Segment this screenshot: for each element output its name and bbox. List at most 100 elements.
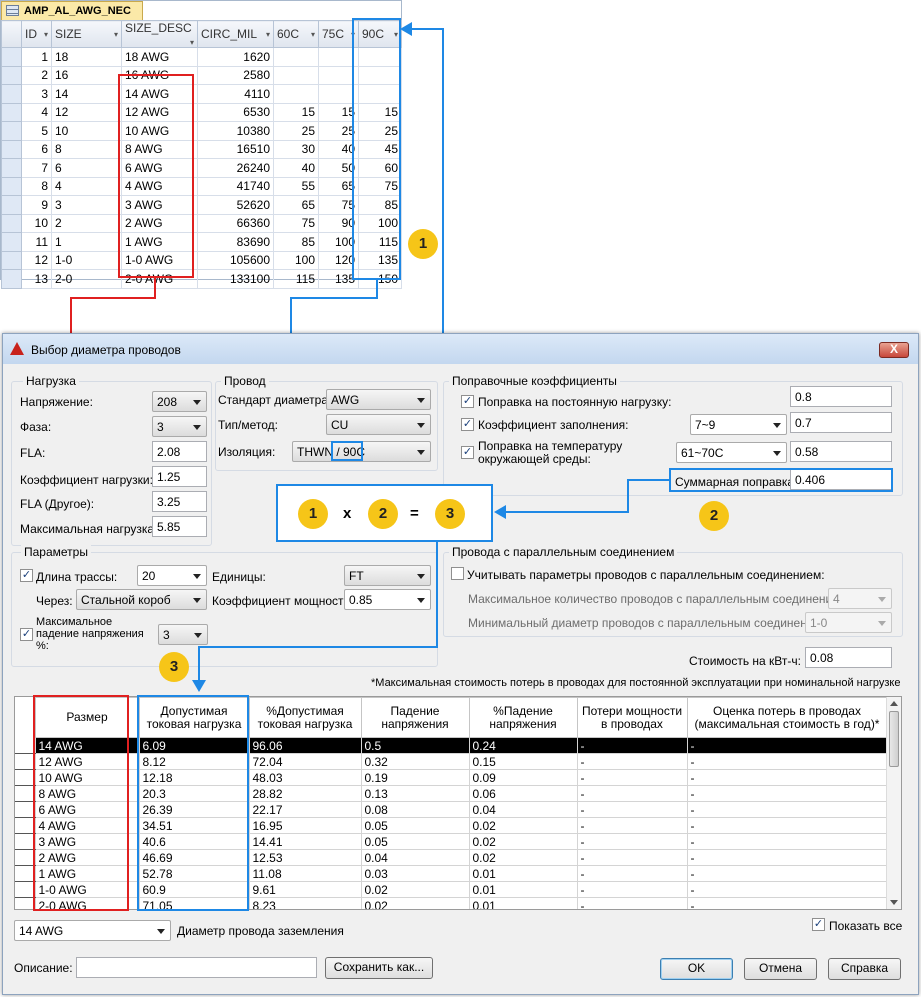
via-select[interactable]: Стальной короб <box>76 589 207 610</box>
voltage-drop-checkbox[interactable]: ✓ <box>20 628 33 641</box>
results-cell[interactable]: 96.06 <box>248 737 362 754</box>
results-cell[interactable]: - <box>686 865 888 882</box>
results-cell[interactable]: - <box>686 785 888 802</box>
results-cell[interactable]: 0.04 <box>360 849 470 866</box>
row-selector[interactable] <box>15 753 35 770</box>
row-selector[interactable] <box>1 84 22 104</box>
results-cell[interactable]: - <box>576 817 688 834</box>
table-cell[interactable]: 85 <box>273 232 319 252</box>
row-selector[interactable] <box>1 232 22 252</box>
table-cell[interactable]: 3 <box>51 195 122 215</box>
table-cell[interactable]: 16510 <box>197 139 274 159</box>
table-row[interactable]: 1 18 18 AWG 1620 <box>1 47 402 67</box>
table-row[interactable]: 11 1 1 AWG 83690 85 100 115 <box>1 232 402 252</box>
results-cell[interactable]: - <box>686 817 888 834</box>
results-cell[interactable]: 11.08 <box>248 865 362 882</box>
voltage-select[interactable]: 208 <box>152 391 207 412</box>
table-cell[interactable]: 12 <box>21 250 52 270</box>
parallel-max-select[interactable]: 4 <box>828 588 892 609</box>
run-length-select[interactable]: 20 <box>137 565 207 586</box>
chevron-down-icon[interactable]: ▾ <box>311 30 315 39</box>
table-row[interactable]: 4 12 12 AWG 6530 15 15 15 <box>1 102 402 122</box>
row-selector[interactable] <box>1 158 22 178</box>
results-cell[interactable]: - <box>686 849 888 866</box>
row-selector[interactable] <box>1 121 22 141</box>
results-cell[interactable]: 0.02 <box>360 897 470 909</box>
results-cell[interactable]: - <box>576 785 688 802</box>
results-column-header[interactable]: %Допустимая токовая нагрузка <box>248 697 362 738</box>
results-cell[interactable]: 0.05 <box>360 817 470 834</box>
table-cell[interactable]: 18 <box>51 47 122 67</box>
results-cell[interactable]: - <box>686 753 888 770</box>
results-cell[interactable]: - <box>576 865 688 882</box>
table-cell[interactable]: 133100 <box>197 269 274 289</box>
table-cell[interactable]: 9 <box>21 195 52 215</box>
table-row[interactable]: 13 2-0 2-0 AWG 133100 115 135 150 <box>1 269 402 289</box>
table-cell[interactable]: 105600 <box>197 250 274 270</box>
table-cell[interactable]: 18 AWG <box>121 47 198 67</box>
table-cell[interactable]: 15 <box>273 102 319 122</box>
table-cell[interactable]: 6530 <box>197 102 274 122</box>
temperature-checkbox[interactable]: ✓ <box>461 446 474 459</box>
row-selector[interactable] <box>1 65 22 85</box>
fill-factor-checkbox[interactable]: ✓ <box>461 418 474 431</box>
results-cell[interactable]: - <box>576 737 688 754</box>
results-scrollbar[interactable] <box>886 697 901 909</box>
table-cell[interactable]: 6 <box>51 158 122 178</box>
row-selector[interactable] <box>15 897 35 909</box>
results-cell[interactable]: 0.32 <box>360 753 470 770</box>
run-length-checkbox[interactable]: ✓ <box>20 569 33 582</box>
results-cell[interactable]: 0.01 <box>468 881 578 898</box>
column-header[interactable]: SIZE_DESC ▾ <box>121 20 198 48</box>
column-header[interactable]: ID ▾ <box>21 20 52 48</box>
scroll-thumb[interactable] <box>889 711 899 767</box>
table-cell[interactable]: 65 <box>273 195 319 215</box>
load-factor-input[interactable]: 1.25 <box>152 466 207 487</box>
scroll-up-icon[interactable] <box>890 701 898 706</box>
table-row[interactable]: 933 AWG 52620 65 75 85 <box>1 195 402 215</box>
table-row[interactable]: 844 AWG 41740 55 65 75 <box>1 176 402 196</box>
results-cell[interactable]: 0.08 <box>360 801 470 818</box>
table-cell[interactable]: 12 <box>51 102 122 122</box>
row-selector[interactable] <box>1 195 22 215</box>
results-cell[interactable]: 28.82 <box>248 785 362 802</box>
results-cell[interactable]: 12.53 <box>248 849 362 866</box>
table-cell[interactable]: 55 <box>273 176 319 196</box>
results-cell[interactable]: 22.17 <box>248 801 362 818</box>
table-cell[interactable] <box>273 47 319 67</box>
table-cell[interactable]: 26240 <box>197 158 274 178</box>
table-cell[interactable]: 7 <box>21 158 52 178</box>
fla-other-input[interactable]: 3.25 <box>152 491 207 512</box>
table-row[interactable]: 688 AWG 16510 30 40 45 <box>1 139 402 159</box>
table-cell[interactable]: 83690 <box>197 232 274 252</box>
results-cell[interactable]: 14.41 <box>248 833 362 850</box>
table-cell[interactable]: 16 <box>51 65 122 85</box>
row-selector[interactable] <box>1 213 22 233</box>
table-cell[interactable]: 2-0 <box>51 269 122 289</box>
results-cell[interactable]: - <box>686 769 888 786</box>
results-column-header[interactable]: Потери мощности в проводах <box>576 697 688 738</box>
row-selector[interactable] <box>15 769 35 786</box>
fill-factor-input[interactable]: 0.7 <box>790 412 892 433</box>
table-cell[interactable]: 41740 <box>197 176 274 196</box>
results-column-header[interactable]: Падение напряжения <box>360 697 470 738</box>
results-cell[interactable]: 8.23 <box>248 897 362 909</box>
table-row[interactable]: 766 AWG 26240 40 50 60 <box>1 158 402 178</box>
column-header[interactable]: CIRC_MIL ▾ <box>197 20 274 48</box>
table-cell[interactable]: 1-0 <box>51 250 122 270</box>
phase-select[interactable]: 3 <box>152 416 207 437</box>
results-cell[interactable]: 0.03 <box>360 865 470 882</box>
results-cell[interactable]: - <box>686 897 888 909</box>
cost-input[interactable]: 0.08 <box>805 647 892 668</box>
results-cell[interactable]: - <box>576 881 688 898</box>
temperature-input[interactable]: 0.58 <box>790 441 892 462</box>
results-cell[interactable]: 0.05 <box>360 833 470 850</box>
results-cell[interactable]: - <box>686 737 888 754</box>
table-cell[interactable]: 8 <box>51 139 122 159</box>
results-cell[interactable]: - <box>576 769 688 786</box>
results-column-header[interactable]: %Падение напряжения <box>468 697 578 738</box>
results-cell[interactable]: 0.13 <box>360 785 470 802</box>
units-select[interactable]: FT <box>344 565 431 586</box>
table-cell[interactable]: 1620 <box>197 47 274 67</box>
cancel-button[interactable]: Отмена <box>744 958 817 980</box>
